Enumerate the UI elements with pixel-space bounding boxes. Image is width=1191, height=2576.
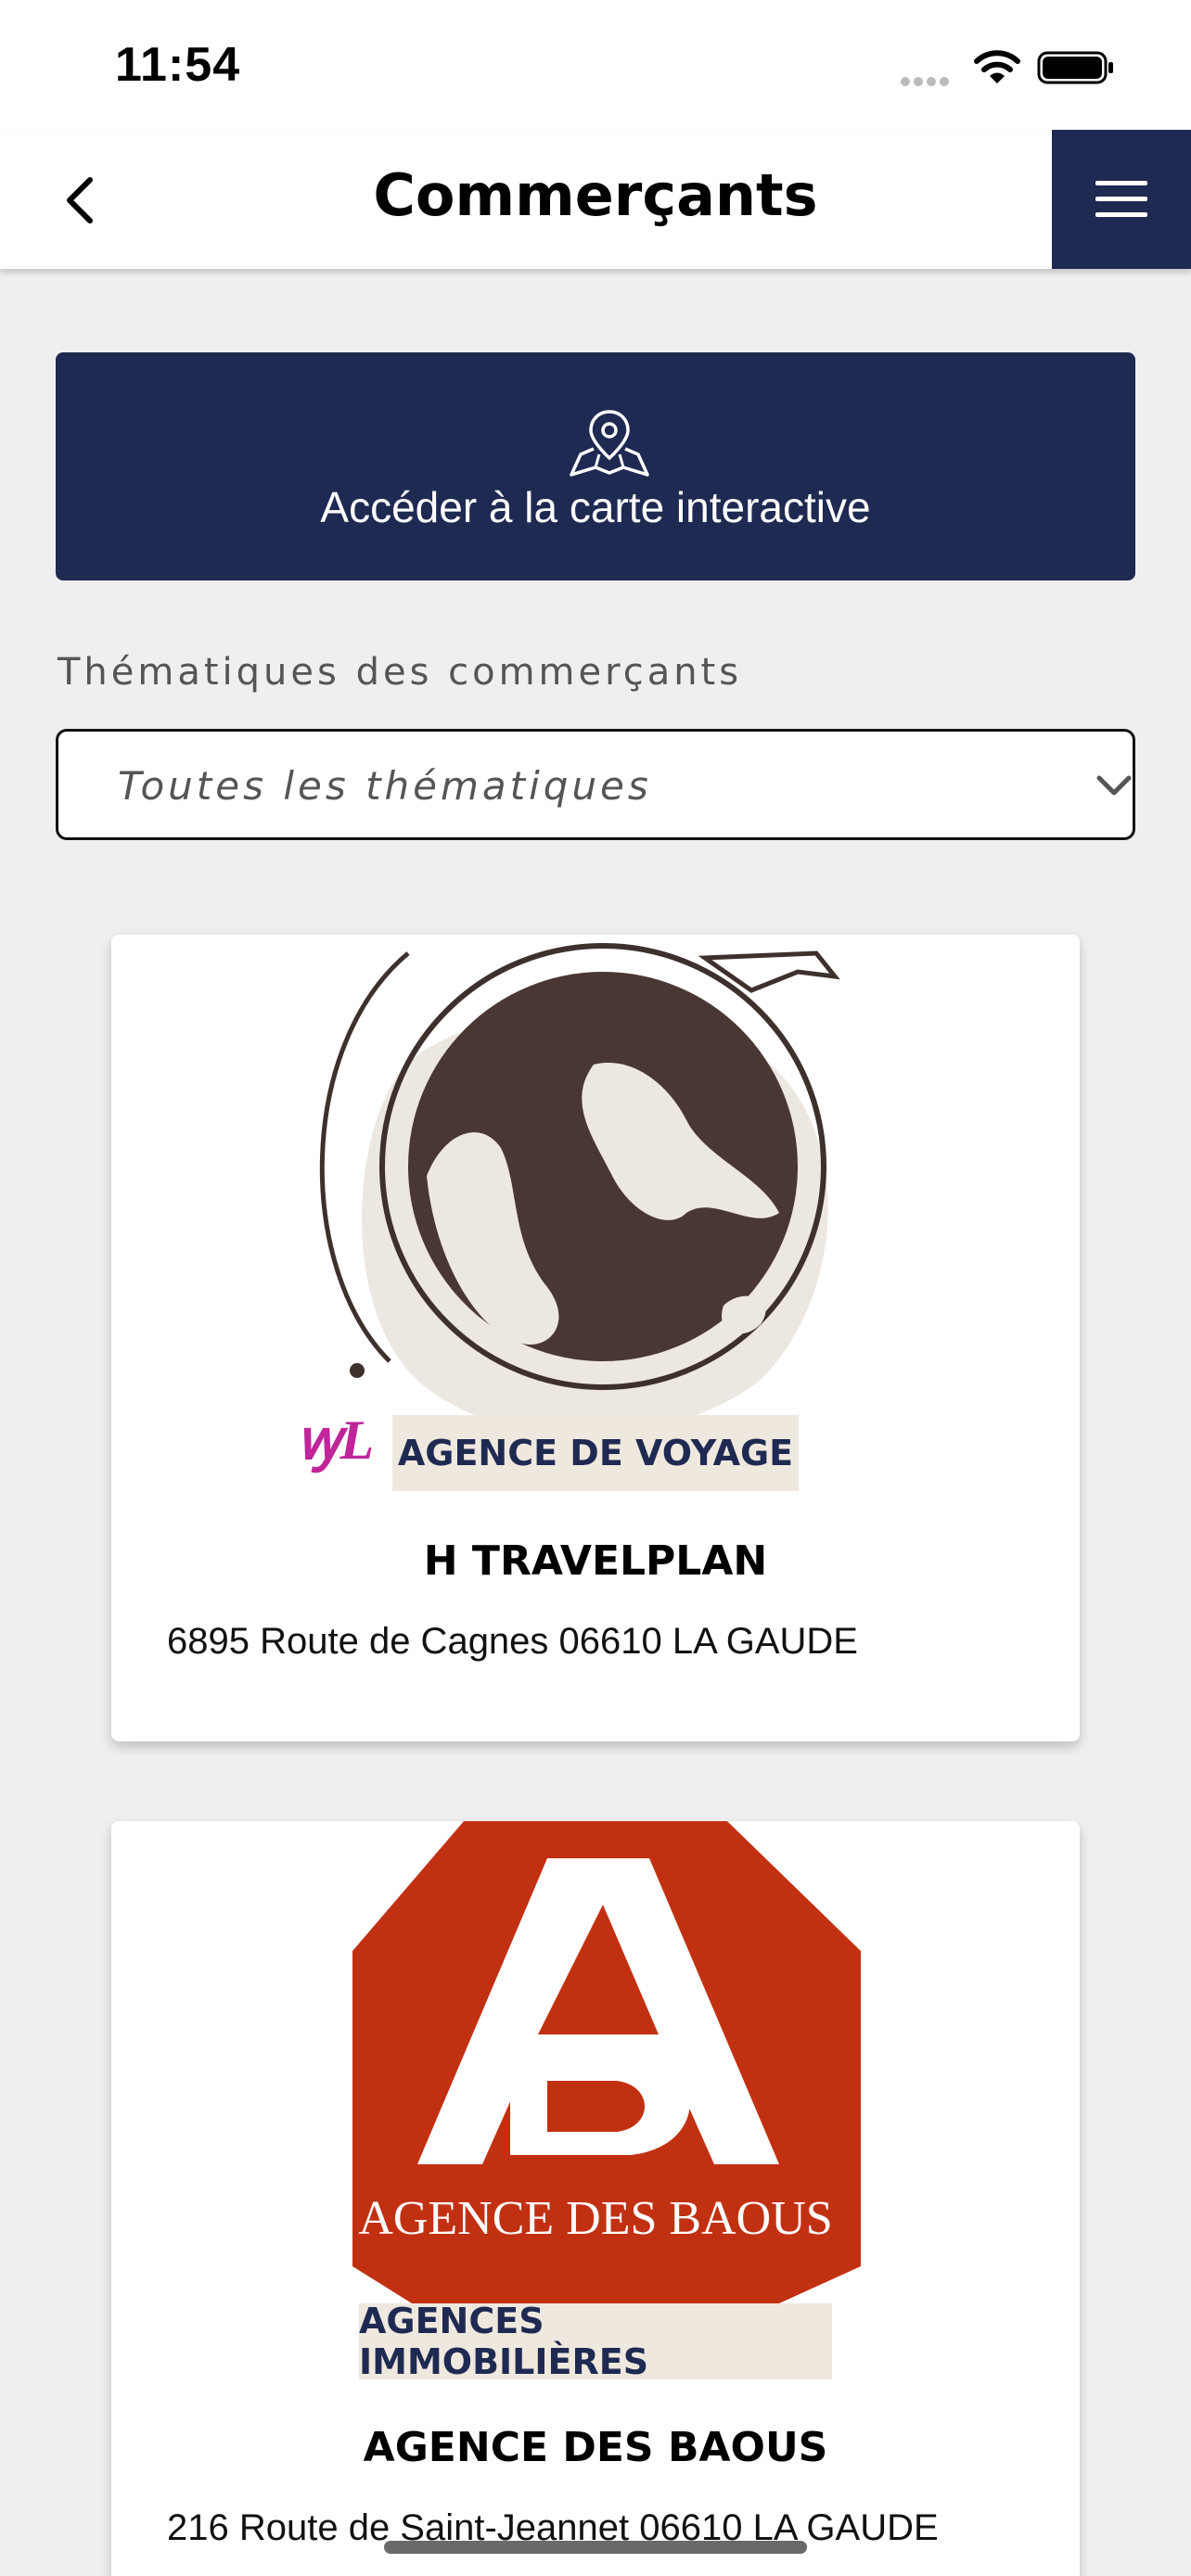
logo-text: AGENCE DES BAOUS bbox=[358, 2192, 832, 2245]
home-indicator[interactable] bbox=[384, 2541, 807, 2554]
svg-text:ꝡL: ꝡL bbox=[297, 1409, 374, 1473]
chevron-down-icon bbox=[1096, 775, 1132, 796]
select-value: Toutes les thématiques bbox=[118, 763, 652, 809]
map-button-label: Accéder à la carte interactive bbox=[320, 483, 871, 531]
merchant-name: H TRAVELPLAN bbox=[423, 1537, 768, 1585]
menu-button[interactable] bbox=[1052, 130, 1191, 269]
theme-select[interactable]: Toutes les thématiques bbox=[56, 729, 1135, 840]
real-estate-agency-logo: AGENCE DES BAOUS bbox=[111, 1821, 1080, 2378]
wifi-icon bbox=[974, 50, 1020, 83]
hamburger-menu-icon bbox=[1095, 181, 1147, 217]
map-pin-icon bbox=[570, 410, 649, 477]
merchant-card[interactable]: ꝡL AGENCE DE VOYAGE H TRAVELPLAN 6895 Ro… bbox=[111, 935, 1080, 1741]
page-title: Commerçants bbox=[373, 161, 818, 229]
category-badge: AGENCES IMMOBILIÈRES bbox=[359, 2301, 832, 2382]
interactive-map-button[interactable]: Accéder à la carte interactive bbox=[56, 352, 1135, 580]
travel-agency-logo: ꝡL bbox=[111, 935, 1080, 1491]
merchant-address: 6895 Route de Cagnes 06610 LA GAUDE bbox=[167, 1621, 858, 1662]
battery-icon bbox=[1037, 51, 1113, 84]
cellular-signal-icon bbox=[901, 77, 949, 86]
merchant-name: AGENCE DES BAOUS bbox=[363, 2424, 828, 2471]
status-time: 11:54 bbox=[115, 38, 241, 92]
app-header: Commerçants bbox=[0, 130, 1191, 269]
merchant-card[interactable]: AGENCE DES BAOUS AGENCES IMMOBILIÈRES AG… bbox=[111, 1821, 1080, 2576]
status-bar: 11:54 bbox=[0, 0, 1191, 130]
category-badge: AGENCE DE VOYAGE bbox=[392, 1415, 799, 1491]
filter-label: Thématiques des commerçants bbox=[58, 651, 743, 694]
